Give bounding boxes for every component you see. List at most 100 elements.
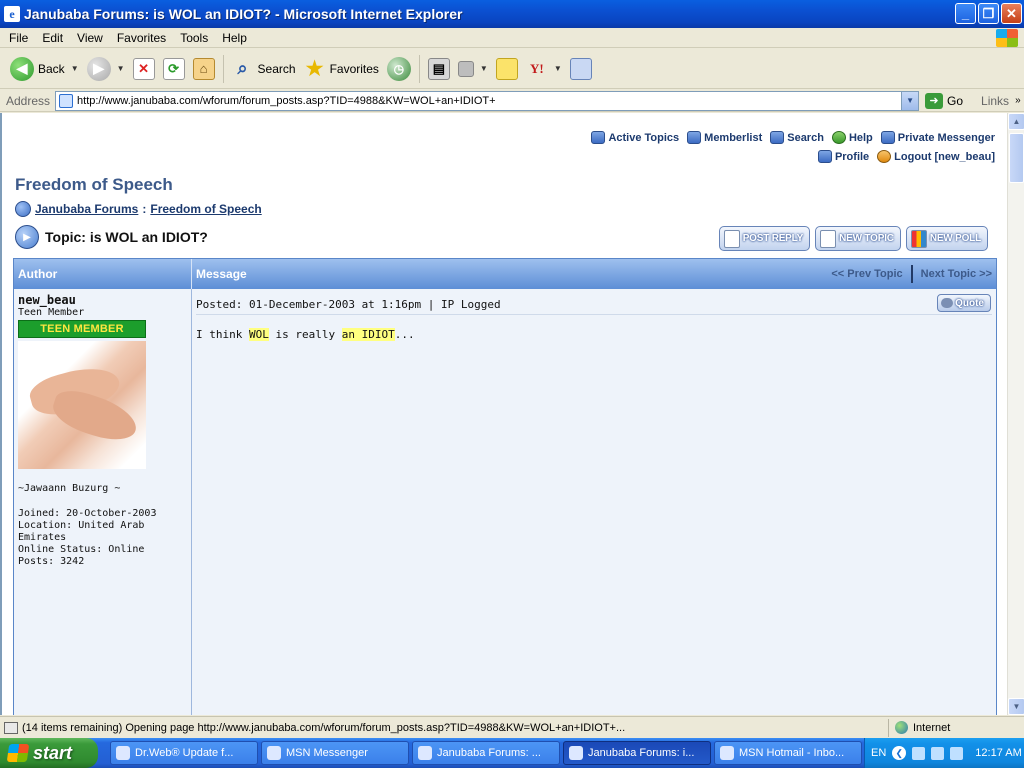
edit-icon bbox=[457, 60, 474, 77]
new-poll-button[interactable]: NEW POLL bbox=[905, 226, 988, 251]
network-icon[interactable] bbox=[912, 746, 926, 760]
tray-expand-icon[interactable]: ❮ bbox=[892, 746, 907, 760]
start-label: start bbox=[33, 742, 73, 763]
yahoo-dropdown-icon[interactable]: ▼ bbox=[554, 64, 562, 73]
menu-tools[interactable]: Tools bbox=[173, 31, 215, 45]
active-topics-icon bbox=[591, 131, 606, 144]
globe-icon bbox=[15, 201, 31, 217]
yahoo-icon: Y! bbox=[529, 60, 544, 76]
language-indicator[interactable]: EN bbox=[871, 747, 886, 759]
sticky-note-icon bbox=[495, 57, 518, 80]
post-meta: Posted: 01-December-2003 at 1:16pm | IP … bbox=[196, 295, 992, 315]
quote-button[interactable]: Quote bbox=[937, 294, 991, 312]
minimize-button[interactable]: _ bbox=[955, 3, 976, 24]
scroll-thumb[interactable] bbox=[1009, 133, 1024, 183]
nav-private-messenger[interactable]: Private Messenger bbox=[880, 131, 995, 144]
nav-profile[interactable]: Profile bbox=[817, 150, 869, 163]
scroll-down-icon[interactable]: ▼ bbox=[1008, 698, 1024, 715]
forum-title: Freedom of Speech bbox=[15, 175, 173, 194]
active-topics-label: Active Topics bbox=[608, 131, 680, 144]
taskbar-items: Dr.Web® Update f... MSN Messenger Januba… bbox=[110, 741, 862, 765]
links-label[interactable]: Links bbox=[981, 94, 1009, 108]
messenger-tray-icon[interactable] bbox=[931, 746, 945, 760]
nav-memberlist[interactable]: Memberlist bbox=[687, 131, 762, 144]
post-reply-button[interactable]: POST REPLY bbox=[718, 226, 811, 251]
vertical-scrollbar[interactable]: ▲ ▼ bbox=[1007, 113, 1024, 715]
research-icon bbox=[569, 57, 592, 80]
taskbar-item[interactable]: MSN Hotmail - Inbo... bbox=[714, 741, 862, 765]
menu-favorites[interactable]: Favorites bbox=[110, 31, 173, 45]
favorites-button[interactable]: ★ Favorites bbox=[300, 52, 383, 86]
taskbar-item-label: Janubaba Forums: i... bbox=[588, 747, 695, 759]
menu-help[interactable]: Help bbox=[215, 31, 254, 45]
ie-icon bbox=[418, 746, 432, 760]
forward-button[interactable]: ▶ ▼ bbox=[83, 52, 129, 86]
taskbar-item-active[interactable]: Janubaba Forums: i... bbox=[563, 741, 711, 765]
nav-logout[interactable]: Logout [new_beau] bbox=[877, 150, 995, 163]
refresh-icon: ⟳ bbox=[162, 57, 185, 80]
favorites-label: Favorites bbox=[329, 61, 379, 76]
printer-icon: ▤ bbox=[427, 57, 450, 80]
topic-nav-divider bbox=[910, 265, 913, 283]
back-button[interactable]: ◀ Back ▼ bbox=[6, 52, 83, 86]
address-input[interactable]: http://www.janubaba.com/wforum/forum_pos… bbox=[55, 90, 920, 111]
taskbar-item[interactable]: MSN Messenger bbox=[261, 741, 409, 765]
home-button[interactable]: ⌂ bbox=[189, 52, 219, 86]
menu-view[interactable]: View bbox=[70, 31, 110, 45]
refresh-button[interactable]: ⟳ bbox=[159, 52, 189, 86]
taskbar-item-label: Dr.Web® Update f... bbox=[135, 747, 234, 759]
search-button[interactable]: ⌕ Search bbox=[228, 52, 300, 86]
breadcrumb-separator: : bbox=[142, 202, 147, 216]
go-button[interactable]: ➜ Go bbox=[925, 92, 964, 109]
author-name[interactable]: new_beau bbox=[18, 293, 187, 307]
action-buttons: POST REPLY NEW TOPIC NEW POLL bbox=[718, 226, 988, 251]
menu-file[interactable]: File bbox=[0, 31, 35, 45]
browser-toolbar: ◀ Back ▼ ▶ ▼ ✕ ⟳ ⌂ ⌕ Search ★ Favorites … bbox=[0, 49, 1024, 89]
back-arrow-icon: ◀ bbox=[10, 56, 34, 81]
window-title: Janubaba Forums: is WOL an IDIOT? - Micr… bbox=[24, 6, 463, 22]
taskbar-item[interactable]: Janubaba Forums: ... bbox=[412, 741, 560, 765]
back-dropdown-icon[interactable]: ▼ bbox=[71, 64, 79, 73]
address-url[interactable]: http://www.janubaba.com/wforum/forum_pos… bbox=[77, 95, 496, 107]
quote-label: Quote bbox=[955, 297, 984, 309]
taskbar-item[interactable]: Dr.Web® Update f... bbox=[110, 741, 258, 765]
yahoo-button[interactable]: Y! ▼ bbox=[522, 52, 566, 86]
forum-nav-links: Active Topics Memberlist Search Help Pri… bbox=[591, 131, 995, 169]
links-chevron-icon[interactable]: » bbox=[1015, 95, 1021, 106]
new-topic-button[interactable]: NEW TOPIC bbox=[815, 226, 901, 251]
edit-dropdown-icon[interactable]: ▼ bbox=[480, 64, 488, 73]
research-button[interactable] bbox=[566, 52, 596, 86]
address-dropdown-icon[interactable]: ▼ bbox=[901, 91, 919, 110]
messenger-icon bbox=[880, 131, 895, 144]
new-poll-label: NEW POLL bbox=[929, 233, 981, 244]
breadcrumb-forums-link[interactable]: Janubaba Forums bbox=[35, 202, 138, 216]
online-status: Online Status: Online bbox=[18, 544, 145, 555]
forward-dropdown-icon[interactable]: ▼ bbox=[117, 64, 125, 73]
print-button[interactable]: ▤ bbox=[424, 52, 454, 86]
location-line: Location: United Arab bbox=[18, 520, 145, 531]
new-topic-icon bbox=[820, 229, 837, 248]
nav-search[interactable]: Search bbox=[770, 131, 824, 144]
prev-topic-link[interactable]: << Prev Topic bbox=[831, 268, 902, 283]
volume-icon[interactable] bbox=[950, 746, 964, 760]
next-topic-link[interactable]: Next Topic >> bbox=[921, 268, 992, 283]
stop-button[interactable]: ✕ bbox=[129, 52, 159, 86]
nav-active-topics[interactable]: Active Topics bbox=[591, 131, 679, 144]
edit-button[interactable]: ▼ bbox=[454, 52, 492, 86]
breadcrumb-freedom-link[interactable]: Freedom of Speech bbox=[150, 202, 261, 216]
maximize-button[interactable]: ❐ bbox=[978, 3, 999, 24]
history-button[interactable]: ◷ bbox=[383, 52, 415, 86]
go-label: Go bbox=[947, 93, 964, 108]
start-button[interactable]: start bbox=[0, 738, 98, 768]
post-count: Posts: 3242 bbox=[18, 556, 85, 567]
menu-edit[interactable]: Edit bbox=[35, 31, 70, 45]
close-button[interactable]: ✕ bbox=[1001, 3, 1022, 24]
rank-badge: TEEN MEMBER bbox=[18, 320, 146, 338]
status-bar: (14 items remaining) Opening page http:/… bbox=[0, 716, 1024, 738]
nav-help[interactable]: Help bbox=[831, 131, 873, 144]
notes-button[interactable] bbox=[492, 52, 522, 86]
post-table: Author Message << Prev Topic Next Topic … bbox=[13, 258, 997, 715]
post-table-header: Author Message << Prev Topic Next Topic … bbox=[14, 259, 996, 289]
scroll-up-icon[interactable]: ▲ bbox=[1008, 113, 1024, 130]
internet-zone-icon bbox=[895, 721, 908, 734]
